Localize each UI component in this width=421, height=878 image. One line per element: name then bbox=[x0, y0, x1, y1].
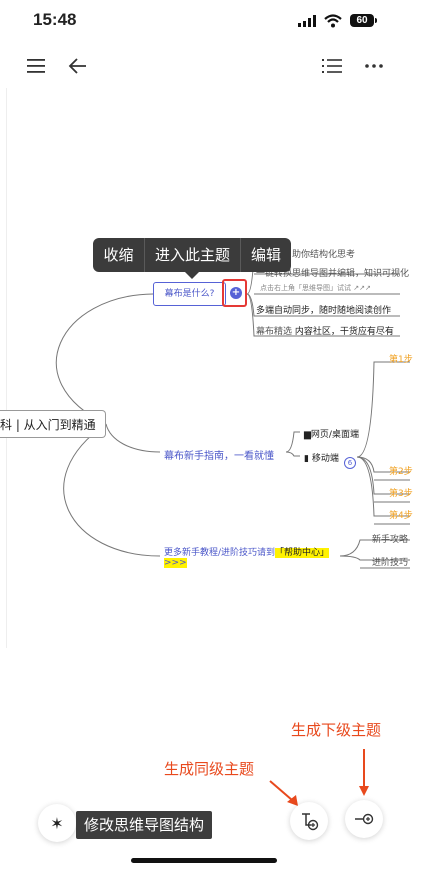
home-indicator bbox=[131, 858, 277, 863]
add-child-icon bbox=[355, 813, 374, 825]
add-sibling-topic-button[interactable] bbox=[290, 802, 328, 840]
add-child-topic-button[interactable] bbox=[345, 800, 383, 838]
magic-wand-button[interactable]: ✶ bbox=[38, 804, 76, 842]
magic-wand-icon: ✶ bbox=[50, 813, 64, 833]
add-sibling-icon bbox=[302, 813, 319, 831]
modify-structure-tip: 修改思维导图结构 bbox=[76, 811, 213, 839]
annotation-arrows bbox=[269, 749, 369, 806]
